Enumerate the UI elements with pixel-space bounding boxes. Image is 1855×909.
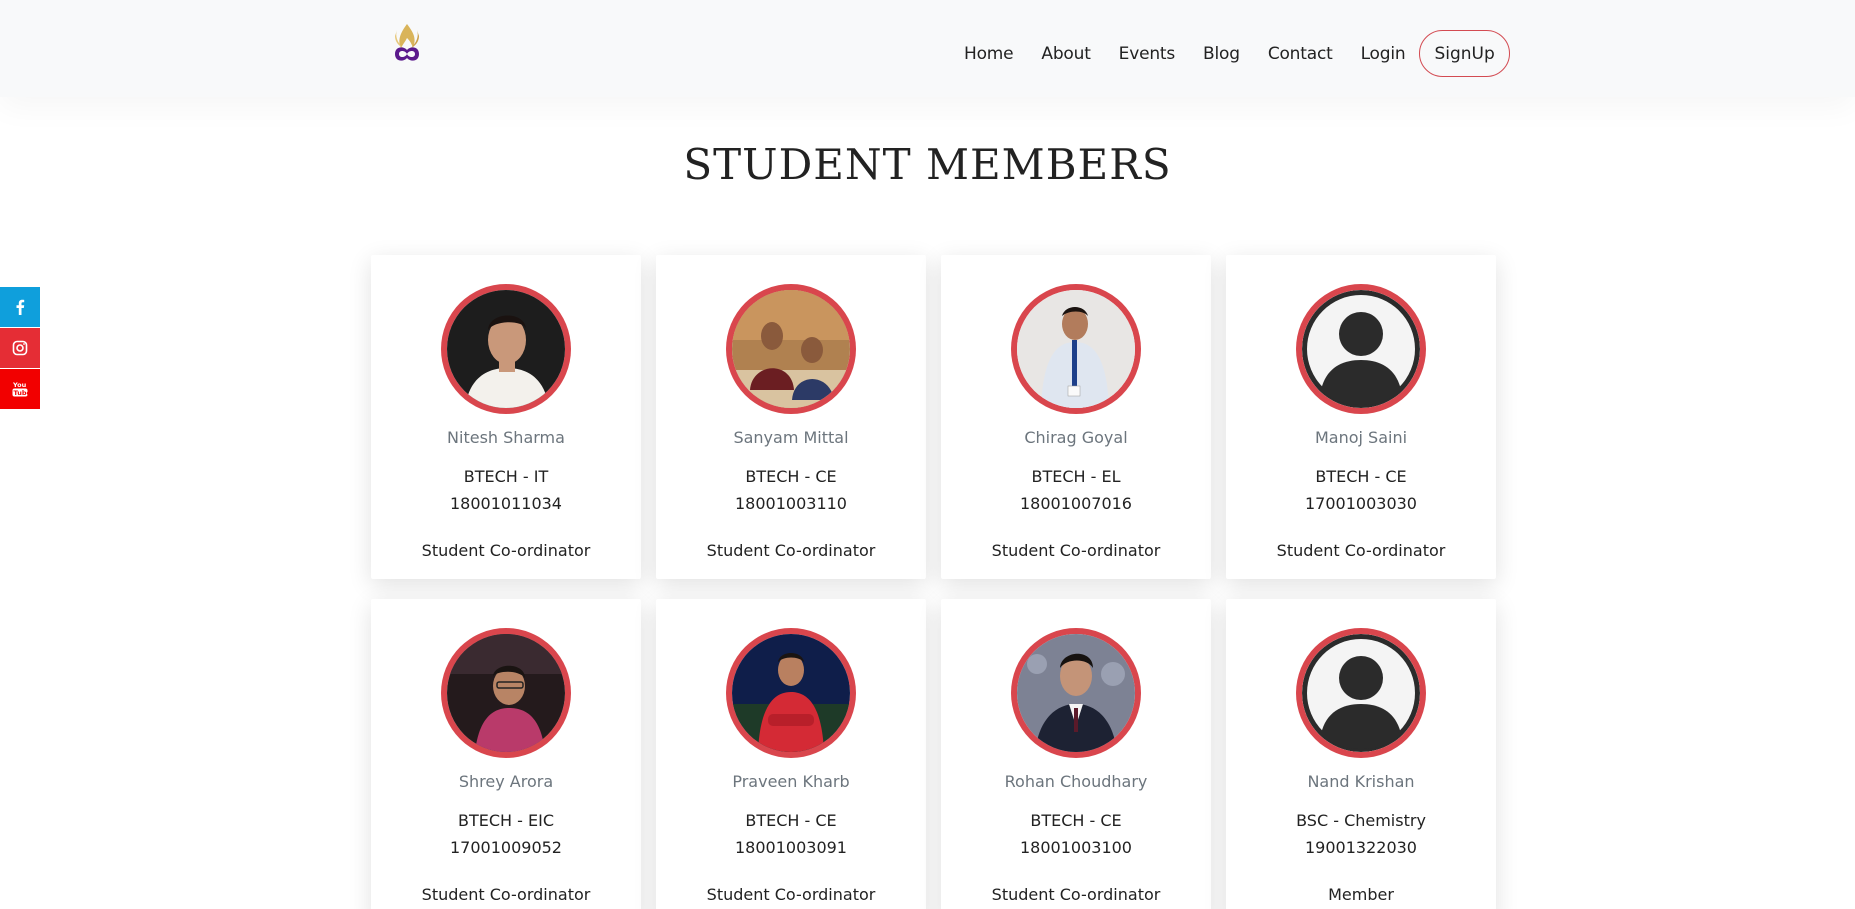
svg-text:You: You <box>12 381 27 389</box>
nav-menu: Home About Events Blog Contact Login Sig… <box>950 30 1510 77</box>
nav-login[interactable]: Login <box>1347 32 1420 76</box>
member-roll-number: 19001322030 <box>1305 838 1417 857</box>
member-course: BTECH - EIC <box>457 811 554 830</box>
member-role: Student Co-ordinator <box>421 885 591 904</box>
member-name: Praveen Kharb <box>732 772 850 791</box>
member-card: Shrey Arora BTECH - EIC 17001009052 Stud… <box>371 599 641 909</box>
member-course: BSC - Chemistry <box>1296 811 1426 830</box>
avatar <box>1011 284 1141 414</box>
member-course: BTECH - CE <box>745 467 837 486</box>
member-photo <box>1017 290 1135 408</box>
member-name: Shrey Arora <box>458 772 554 791</box>
nav-events[interactable]: Events <box>1105 32 1189 76</box>
avatar <box>1011 628 1141 758</box>
social-sidebar: YouTube <box>0 287 40 410</box>
member-card: Rohan Choudhary BTECH - CE 18001003100 S… <box>941 599 1211 909</box>
nav-contact[interactable]: Contact <box>1254 32 1347 76</box>
navbar: Home About Events Blog Contact Login Sig… <box>0 0 1855 97</box>
member-course: BTECH - CE <box>1315 467 1407 486</box>
instagram-icon[interactable] <box>0 328 40 368</box>
avatar <box>441 628 571 758</box>
member-roll-number: 17001003030 <box>1305 494 1417 513</box>
member-name: Nitesh Sharma <box>447 428 565 447</box>
member-name: Chirag Goyal <box>1024 428 1128 447</box>
member-role: Student Co-ordinator <box>1276 541 1446 560</box>
user-placeholder-icon <box>1302 634 1420 752</box>
avatar <box>441 284 571 414</box>
member-role: Student Co-ordinator <box>706 885 876 904</box>
member-roll-number: 18001011034 <box>450 494 562 513</box>
flame-infinity-logo-icon[interactable] <box>383 20 431 70</box>
avatar <box>1296 628 1426 758</box>
signup-button[interactable]: SignUp <box>1419 30 1510 77</box>
member-role: Student Co-ordinator <box>421 541 591 560</box>
page-title: STUDENT MEMBERS <box>683 140 1172 189</box>
member-card: Manoj Saini BTECH - CE 17001003030 Stude… <box>1226 255 1496 579</box>
member-photo <box>1017 634 1135 752</box>
member-photo <box>447 634 565 752</box>
member-photo <box>732 634 850 752</box>
member-card: Nand Krishan BSC - Chemistry 19001322030… <box>1226 599 1496 909</box>
svg-text:Tube: Tube <box>14 389 29 397</box>
member-roll-number: 18001007016 <box>1020 494 1132 513</box>
nav-blog[interactable]: Blog <box>1189 32 1254 76</box>
youtube-icon[interactable]: YouTube <box>0 369 40 409</box>
member-card: Chirag Goyal BTECH - EL 18001007016 Stud… <box>941 255 1211 579</box>
member-card: Nitesh Sharma BTECH - IT 18001011034 Stu… <box>371 255 641 579</box>
avatar <box>1296 284 1426 414</box>
member-role: Student Co-ordinator <box>706 541 876 560</box>
member-role: Student Co-ordinator <box>991 541 1161 560</box>
facebook-icon[interactable] <box>0 287 40 327</box>
member-roll-number: 17001009052 <box>450 838 562 857</box>
member-course: BTECH - IT <box>463 467 549 486</box>
member-card: Sanyam Mittal BTECH - CE 18001003110 Stu… <box>656 255 926 579</box>
member-card: Praveen Kharb BTECH - CE 18001003091 Stu… <box>656 599 926 909</box>
member-name: Manoj Saini <box>1314 428 1408 447</box>
member-roll-number: 18001003100 <box>1020 838 1132 857</box>
member-role: Student Co-ordinator <box>991 885 1161 904</box>
nav-about[interactable]: About <box>1027 32 1104 76</box>
avatar <box>726 628 856 758</box>
member-roll-number: 18001003110 <box>735 494 847 513</box>
member-course: BTECH - EL <box>1031 467 1121 486</box>
member-course: BTECH - CE <box>1030 811 1122 830</box>
member-photo <box>447 290 565 408</box>
member-name: Nand Krishan <box>1307 772 1415 791</box>
user-placeholder-icon <box>1302 290 1420 408</box>
member-roll-number: 18001003091 <box>735 838 847 857</box>
member-name: Sanyam Mittal <box>733 428 849 447</box>
avatar <box>726 284 856 414</box>
member-name: Rohan Choudhary <box>1004 772 1148 791</box>
member-course: BTECH - CE <box>745 811 837 830</box>
member-role: Member <box>1328 885 1394 904</box>
member-photo <box>732 290 850 408</box>
nav-home[interactable]: Home <box>950 32 1027 76</box>
